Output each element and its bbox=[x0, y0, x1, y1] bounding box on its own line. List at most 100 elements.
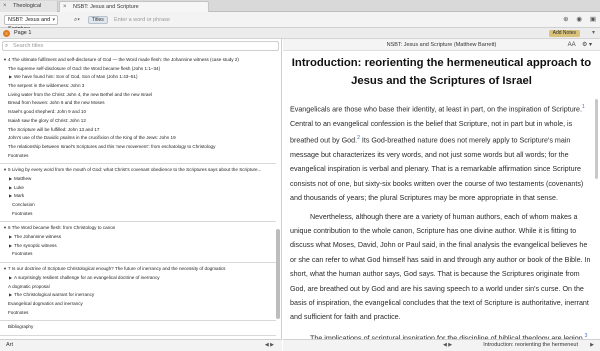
toc-item-label: Bread from heaven: John 6 and the new Mo… bbox=[8, 100, 105, 106]
toc-item-label: We have found him: Son of God, Son of Ma… bbox=[14, 74, 138, 80]
toc-item-label: A surprisingly resilient challenge for a… bbox=[14, 274, 160, 280]
toc-item[interactable]: ▶ A surprisingly resilient challenge for … bbox=[0, 274, 276, 283]
toc-item-label: Mark bbox=[14, 193, 25, 199]
expand-icon[interactable]: ▶ bbox=[9, 233, 12, 242]
toc-section: ▼ 6 The Word became flesh: from Christolo… bbox=[0, 222, 276, 264]
collapse-icon[interactable]: ▼ bbox=[3, 265, 7, 274]
search-input[interactable]: Enter a word or phrase bbox=[114, 15, 170, 25]
toc-item-label: Living water from the Christ: John 4, th… bbox=[8, 91, 153, 97]
toc-item[interactable]: ▼ 5 Living by every word from the mouth o… bbox=[0, 166, 276, 175]
toc-item[interactable]: A dogmatic proposal bbox=[0, 283, 276, 292]
toc-filter-input[interactable]: ⌕ Search titles bbox=[2, 41, 279, 51]
toc-item-label: Luke bbox=[14, 184, 24, 190]
toc-item[interactable]: ▶ The Johannine witness bbox=[0, 233, 276, 242]
toc-item-label: The Scripture will be fulfilled: John 13… bbox=[8, 126, 100, 132]
toc-item-label: A dogmatic proposal bbox=[8, 283, 50, 289]
toc-item-label: Matthew bbox=[14, 175, 32, 181]
paragraph-text: Nevertheless, although there are a varie… bbox=[290, 212, 591, 322]
toc-section: Index of authors bbox=[0, 336, 276, 338]
toc-item[interactable]: Conclusion bbox=[0, 201, 276, 210]
expand-icon[interactable]: ▶ bbox=[9, 274, 12, 283]
toc-item-label: 4 The ultimate fulfilment and self-discl… bbox=[8, 57, 239, 62]
reader-title: NSBT: Jesus and Scripture (Matthew Barre… bbox=[386, 42, 497, 48]
toc-item[interactable]: Israel's good shepherd: John 9 and 10 bbox=[0, 108, 276, 117]
toc-item[interactable]: ▼ 7 Is our doctrine of Scripture Christol… bbox=[0, 265, 276, 274]
close-icon[interactable]: × bbox=[63, 2, 67, 12]
toc-item[interactable]: ▼ 4 The ultimate fulfilment and self-disc… bbox=[0, 56, 276, 65]
toc-scrollbar[interactable] bbox=[276, 229, 280, 319]
collapse-icon[interactable]: ▼ bbox=[3, 56, 7, 65]
toc-item[interactable]: ▼ 6 The Word became flesh: from Christolo… bbox=[0, 224, 276, 233]
settings-icon[interactable]: ◉ bbox=[576, 15, 582, 23]
toc-item[interactable]: Evangelical dogmatics and inerrancy bbox=[0, 300, 276, 309]
toc-item[interactable]: Bibliography bbox=[0, 323, 276, 332]
tab-nsbt[interactable]: × NSBT: Jesus and Scripture bbox=[59, 1, 209, 12]
tab-theological[interactable]: × Theological bbox=[0, 1, 58, 12]
reader-footer-nav[interactable]: ◀ ▶ bbox=[443, 340, 452, 351]
toc-item[interactable]: Footnotes bbox=[0, 152, 276, 161]
gear-icon[interactable]: ⚙ ▾ bbox=[582, 42, 592, 48]
toc-item-label: 6 The Word became flesh: from Christolog… bbox=[8, 225, 116, 231]
toc-item-label: The supreme self-disclosure of God: the … bbox=[8, 65, 161, 71]
toc-item[interactable]: ▶ Luke bbox=[0, 184, 276, 193]
expand-icon[interactable]: ▶ bbox=[9, 192, 12, 201]
page-icon[interactable]: ≡ bbox=[3, 30, 10, 37]
collapse-icon[interactable]: ▼ bbox=[3, 166, 7, 175]
toc-item-label: Bibliography bbox=[8, 324, 34, 330]
close-icon[interactable]: × bbox=[3, 1, 7, 12]
toc-item-label: Footnotes bbox=[12, 210, 33, 216]
panel-header: ≡ Page 1 Add Notes ▾ bbox=[0, 28, 600, 39]
font-size-icon[interactable]: AA bbox=[568, 42, 576, 48]
toc-item[interactable]: ▶ Matthew bbox=[0, 175, 276, 184]
search-bar[interactable]: ⌕▾ Titles Enter a word or phrase bbox=[74, 15, 174, 25]
reader-next-icon[interactable]: ▶ bbox=[590, 340, 594, 351]
toc-item[interactable]: Bread from heaven: John 6 and the new Mo… bbox=[0, 99, 276, 108]
toc-item[interactable]: ▶ We have found him: Son of God, Son of M… bbox=[0, 73, 276, 82]
reader-tools: AA ⚙ ▾ bbox=[563, 39, 592, 51]
toc-item-label: Footnotes bbox=[12, 251, 33, 257]
search-icon: ⌕▾ bbox=[74, 17, 80, 23]
search-scope-chip[interactable]: Titles bbox=[88, 16, 108, 24]
toc-item[interactable]: Isaiah saw the glory of Christ: John 12 bbox=[0, 117, 276, 126]
toc-item[interactable]: ▶ The Christological warrant for inerranc… bbox=[0, 291, 276, 300]
expand-icon[interactable]: ▶ bbox=[9, 175, 12, 184]
sidebar-icon[interactable]: ▣ bbox=[590, 15, 596, 23]
sync-icon[interactable]: ⊕ bbox=[563, 15, 568, 23]
toc-section: ▼ 5 Living by every word from the mouth o… bbox=[0, 164, 276, 223]
toc-item-label: The Johannine witness bbox=[14, 234, 61, 240]
paragraph-text: Evangelicals are those who base their id… bbox=[290, 105, 583, 114]
toc-footer-nav[interactable]: ◀ ▶ bbox=[265, 340, 274, 351]
toc-footer: Art ◀ ▶ bbox=[0, 339, 282, 351]
expand-icon[interactable]: ▶ bbox=[9, 73, 12, 82]
expand-icon[interactable]: ▶ bbox=[9, 291, 12, 300]
toc-footer-label[interactable]: Art bbox=[6, 340, 13, 351]
panel-menu-icon[interactable]: ▾ bbox=[592, 28, 595, 39]
toc-item[interactable]: Footnotes bbox=[0, 250, 276, 259]
toc-item[interactable]: ▶ Mark bbox=[0, 192, 276, 201]
body-paragraph: Evangelicals are those who base their id… bbox=[290, 100, 593, 206]
toc-section: Bibliography bbox=[0, 321, 276, 336]
toc-item-label: The serpent in the wilderness: John 3 bbox=[8, 83, 85, 89]
chevron-down-icon: ▾ bbox=[52, 17, 55, 23]
toc-item[interactable]: The serpent in the wilderness: John 3 bbox=[0, 82, 276, 91]
toc-item[interactable]: The relationship between Israel's Script… bbox=[0, 143, 276, 152]
tab-label: NSBT: Jesus and Scripture bbox=[73, 4, 139, 10]
toc-item[interactable]: Footnotes bbox=[0, 210, 276, 219]
resource-selector[interactable]: NSBT: Jesus and Scripture ▾ bbox=[4, 15, 58, 32]
collapse-icon[interactable]: ▼ bbox=[3, 224, 7, 233]
body-paragraph: The implications of scriptural inspirati… bbox=[290, 329, 593, 339]
toc-item[interactable]: The Scripture will be fulfilled: John 13… bbox=[0, 126, 276, 135]
toc-item[interactable]: Footnotes bbox=[0, 309, 276, 318]
expand-icon[interactable]: ▶ bbox=[9, 242, 12, 251]
toc-item[interactable]: The supreme self-disclosure of God: the … bbox=[0, 65, 276, 74]
add-notes-button[interactable]: Add Notes bbox=[548, 30, 580, 37]
toc-item[interactable]: John's use of the Davidic psalms in the … bbox=[0, 134, 276, 143]
toc-pane: ⌕ Search titles ▼ 4 The ultimate fulfilme… bbox=[0, 39, 282, 339]
footnote-link[interactable]: 1 bbox=[582, 104, 585, 110]
toc-item-label: John's use of the Davidic psalms in the … bbox=[8, 135, 176, 141]
footnote-link[interactable]: 3 bbox=[585, 333, 588, 339]
expand-icon[interactable]: ▶ bbox=[9, 184, 12, 193]
toc-item[interactable]: ▶ The synoptic witness bbox=[0, 242, 276, 251]
toc-item[interactable]: Living water from the Christ: John 4, th… bbox=[0, 91, 276, 100]
reader-scrollbar[interactable] bbox=[595, 99, 598, 179]
